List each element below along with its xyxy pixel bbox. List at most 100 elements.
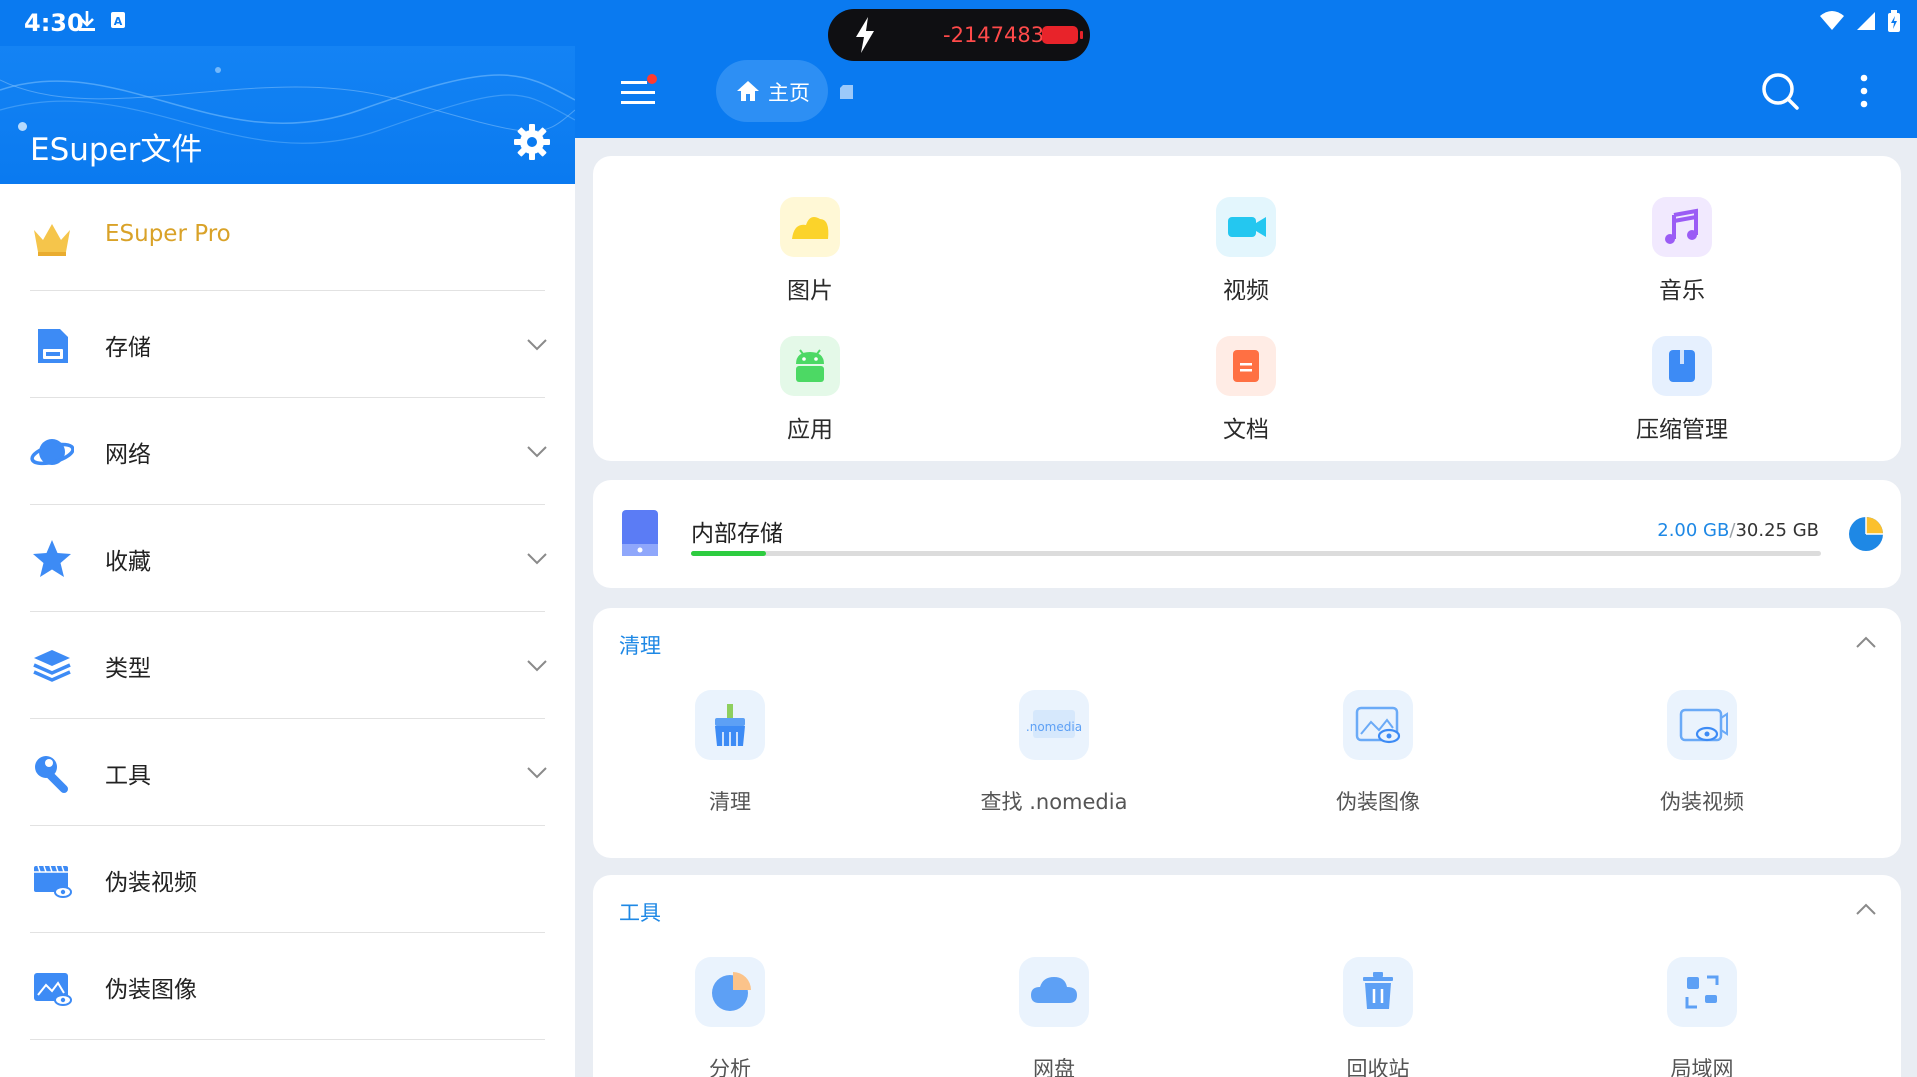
download-icon <box>78 10 96 38</box>
broom-icon <box>695 690 765 760</box>
storage-pie-icon[interactable] <box>1848 516 1884 552</box>
crown-icon <box>30 216 74 260</box>
drawer-item-label: 工具 <box>105 763 151 789</box>
category-videos[interactable]: 视频 <box>1156 197 1336 305</box>
drawer-item-disguise-video[interactable]: 伪装视频 <box>0 826 575 933</box>
video-icon <box>1216 197 1276 257</box>
tool-analyze[interactable]: 分析 <box>620 957 840 1077</box>
category-label: 图片 <box>787 278 833 304</box>
tool-clean[interactable]: 清理 <box>620 690 840 816</box>
top-app-bar: 主页 <box>575 46 1917 138</box>
tool-cloud-drive[interactable]: 网盘 <box>944 957 1164 1077</box>
drawer-item-favorites[interactable]: 收藏 <box>0 505 575 612</box>
tool-lan[interactable]: 局域网 <box>1592 957 1812 1077</box>
chevron-down-icon[interactable] <box>524 545 550 571</box>
bolt-icon <box>854 17 876 60</box>
tool-label: 清理 <box>709 790 751 814</box>
drawer-item-label: 伪装视频 <box>105 870 197 896</box>
storage-name: 内部存储 <box>691 521 783 547</box>
divider <box>30 1039 545 1040</box>
chevron-down-icon[interactable] <box>524 438 550 464</box>
chevron-up-icon[interactable] <box>1853 897 1879 923</box>
chevron-down-icon[interactable] <box>524 652 550 678</box>
sd-card-icon <box>30 323 74 367</box>
status-time: 4:30 <box>24 9 84 37</box>
home-label: 主页 <box>768 81 810 105</box>
category-label: 应用 <box>787 417 833 443</box>
category-card: 图片 视频 音乐 应用 文档 压缩管理 <box>593 156 1901 461</box>
tool-find-nomedia[interactable]: .nomedia 查找 .nomedia <box>944 690 1164 816</box>
drawer-item-pro[interactable]: ESuper Pro <box>0 184 575 291</box>
image-icon <box>780 197 840 257</box>
pie-chart-icon <box>695 957 765 1027</box>
decoration-dot <box>18 122 27 131</box>
category-label: 音乐 <box>1659 278 1705 304</box>
drawer-item-label: 收藏 <box>105 549 151 575</box>
tools-section: 工具 分析 网盘 回收站 局域网 <box>593 875 1901 1077</box>
tool-label: 网盘 <box>1033 1057 1075 1077</box>
drawer-item-label: 类型 <box>105 656 151 682</box>
battery-low-icon <box>1042 26 1083 44</box>
charging-pill: -2147483 <box>828 9 1090 61</box>
status-right-icons <box>1819 10 1901 36</box>
section-title: 清理 <box>619 634 661 658</box>
clean-section: 清理 清理 .nomedia 查找 .nomedia 伪装图像 伪装视频 <box>593 608 1901 858</box>
cloud-icon <box>1019 957 1089 1027</box>
drawer-item-label: 网络 <box>105 442 151 468</box>
keyboard-a-icon: A <box>110 10 126 35</box>
storage-progress-bar <box>691 551 1821 556</box>
drawer-item-network[interactable]: 网络 <box>0 398 575 505</box>
search-icon[interactable] <box>1759 70 1801 112</box>
drawer-item-label: 存储 <box>105 335 151 361</box>
tool-label: 查找 .nomedia <box>980 790 1128 814</box>
chevron-up-icon[interactable] <box>1853 630 1879 656</box>
nomedia-icon: .nomedia <box>1019 690 1089 760</box>
category-images[interactable]: 图片 <box>720 197 900 305</box>
tool-disguise-image[interactable]: 伪装图像 <box>1268 690 1488 816</box>
category-music[interactable]: 音乐 <box>1592 197 1772 305</box>
phone-storage-icon <box>622 510 658 556</box>
drawer-title: ESuper文件 <box>30 132 203 168</box>
internal-storage-card[interactable]: 内部存储 2.00 GB/30.25 GB <box>593 480 1901 588</box>
home-icon <box>736 80 760 102</box>
category-label: 压缩管理 <box>1636 417 1728 443</box>
sd-card-small-icon[interactable] <box>839 84 854 100</box>
drawer-item-disguise-image[interactable]: 伪装图像 <box>0 933 575 1040</box>
tool-label: 伪装视频 <box>1660 790 1744 814</box>
trash-icon <box>1343 957 1413 1027</box>
disguise-video-icon <box>1667 690 1737 760</box>
tool-label: 回收站 <box>1346 1057 1410 1077</box>
category-documents[interactable]: 文档 <box>1156 336 1336 444</box>
battery-icon <box>1887 10 1901 36</box>
drawer-item-types[interactable]: 类型 <box>0 612 575 719</box>
drawer-item-tools[interactable]: 工具 <box>0 719 575 826</box>
wrench-icon <box>30 751 74 795</box>
chevron-down-icon[interactable] <box>524 331 550 357</box>
category-apps[interactable]: 应用 <box>720 336 900 444</box>
settings-gear-icon[interactable] <box>512 122 552 162</box>
svg-text:A: A <box>114 15 123 28</box>
tool-label: 局域网 <box>1670 1057 1734 1077</box>
storage-usage: 2.00 GB/30.25 GB <box>1657 520 1819 541</box>
disguise-image-icon <box>30 965 74 1009</box>
tool-recycle-bin[interactable]: 回收站 <box>1268 957 1488 1077</box>
star-icon <box>30 537 74 581</box>
music-icon <box>1652 197 1712 257</box>
category-archives[interactable]: 压缩管理 <box>1592 336 1772 444</box>
category-label: 文档 <box>1223 417 1269 443</box>
tool-label: 分析 <box>709 1057 751 1077</box>
signal-icon <box>1855 10 1877 36</box>
drawer-item-storage[interactable]: 存储 <box>0 291 575 398</box>
section-title: 工具 <box>619 901 661 925</box>
archive-icon <box>1652 336 1712 396</box>
chevron-down-icon[interactable] <box>524 759 550 785</box>
drawer-item-label: ESuper Pro <box>105 221 231 247</box>
storage-total: 30.25 GB <box>1735 520 1819 541</box>
planet-icon <box>30 430 75 474</box>
tool-disguise-video[interactable]: 伪装视频 <box>1592 690 1812 816</box>
document-icon <box>1216 336 1276 396</box>
disguise-image-icon <box>1343 690 1413 760</box>
more-vertical-icon[interactable] <box>1858 72 1870 110</box>
tool-label: 伪装图像 <box>1336 790 1420 814</box>
home-breadcrumb[interactable]: 主页 <box>716 60 828 122</box>
